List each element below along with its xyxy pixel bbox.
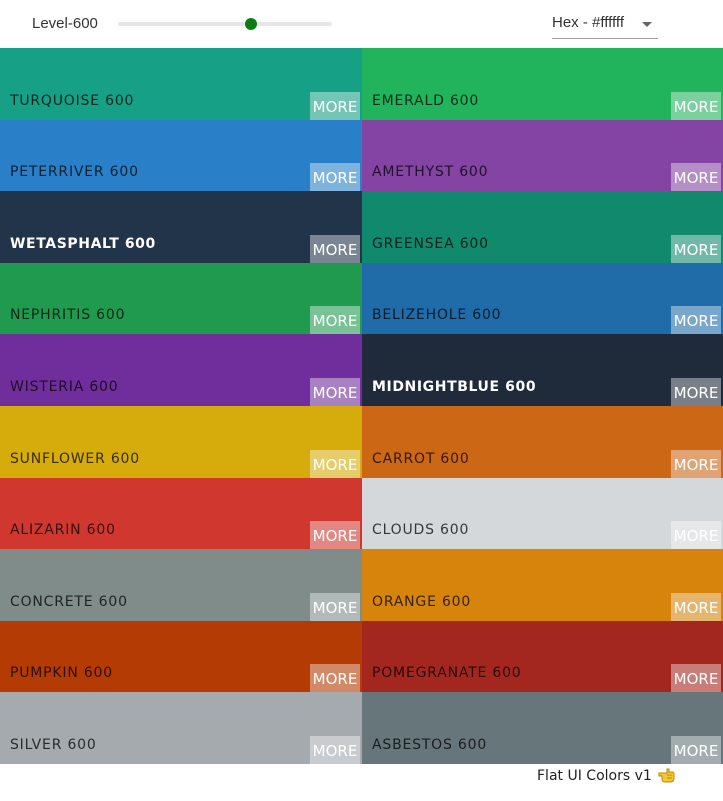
color-tile[interactable]: NEPHRITIS 600 MORE (0, 263, 362, 334)
more-button[interactable]: MORE (671, 378, 721, 406)
more-button[interactable]: MORE (310, 521, 360, 549)
more-button[interactable]: MORE (671, 235, 721, 263)
color-tile[interactable]: MIDNIGHTBLUE 600 MORE (362, 334, 723, 406)
more-button[interactable]: MORE (310, 664, 360, 692)
color-tile[interactable]: SILVER 600 MORE (0, 692, 362, 764)
color-tile[interactable]: PUMPKIN 600 MORE (0, 621, 362, 692)
color-tile[interactable]: CARROT 600 MORE (362, 406, 723, 478)
color-name: CONCRETE 600 (10, 594, 128, 610)
level-slider[interactable] (118, 18, 332, 30)
more-button[interactable]: MORE (671, 736, 721, 764)
chevron-down-icon (642, 22, 652, 27)
color-name: GREENSEA 600 (372, 236, 489, 252)
more-button[interactable]: MORE (671, 593, 721, 621)
more-button[interactable]: MORE (671, 92, 721, 120)
slider-track[interactable] (118, 22, 332, 26)
color-name: ASBESTOS 600 (372, 737, 488, 753)
level-label: Level-600 (32, 15, 98, 32)
color-tile[interactable]: SUNFLOWER 600 MORE (0, 406, 362, 478)
pointing-hand-icon (658, 766, 675, 787)
color-format-value: Hex - #ffffff (552, 14, 624, 31)
more-button[interactable]: MORE (310, 163, 360, 191)
more-button[interactable]: MORE (310, 235, 360, 263)
color-tile[interactable]: PETERRIVER 600 MORE (0, 120, 362, 191)
color-name: WISTERIA 600 (10, 379, 119, 395)
footer: Flat UI Colors v1 (537, 766, 675, 787)
more-button[interactable]: MORE (671, 306, 721, 334)
color-name: POMEGRANATE 600 (372, 665, 522, 681)
more-button[interactable]: MORE (671, 163, 721, 191)
color-tile[interactable]: TURQUOISE 600 MORE (0, 48, 362, 120)
color-name: CARROT 600 (372, 451, 470, 467)
color-tile[interactable]: CLOUDS 600 MORE (362, 478, 723, 549)
color-grid: TURQUOISE 600 MORE EMERALD 600 MORE PETERRIV… (0, 48, 723, 764)
more-button[interactable]: MORE (671, 450, 721, 478)
color-tile[interactable]: ALIZARIN 600 MORE (0, 478, 362, 549)
more-button[interactable]: MORE (310, 450, 360, 478)
color-name: EMERALD 600 (372, 93, 480, 109)
color-name: AMETHYST 600 (372, 164, 489, 180)
color-tile[interactable]: ASBESTOS 600 MORE (362, 692, 723, 764)
color-name: ALIZARIN 600 (10, 522, 116, 538)
more-button[interactable]: MORE (310, 378, 360, 406)
color-tile[interactable]: GREENSEA 600 MORE (362, 191, 723, 263)
more-button[interactable]: MORE (310, 593, 360, 621)
more-button[interactable]: MORE (671, 664, 721, 692)
color-name: TURQUOISE 600 (10, 93, 135, 109)
color-tile[interactable]: BELIZEHOLE 600 MORE (362, 263, 723, 334)
color-tile[interactable]: WETASPHALT 600 MORE (0, 191, 362, 263)
color-name: SILVER 600 (10, 737, 97, 753)
more-button[interactable]: MORE (310, 736, 360, 764)
slider-thumb[interactable] (244, 18, 257, 30)
color-tile[interactable]: ORANGE 600 MORE (362, 549, 723, 621)
color-name: CLOUDS 600 (372, 522, 470, 538)
color-name: BELIZEHOLE 600 (372, 307, 502, 323)
color-tile[interactable]: POMEGRANATE 600 MORE (362, 621, 723, 692)
top-toolbar: Level-600 Hex - #ffffff (0, 0, 723, 48)
color-name: PETERRIVER 600 (10, 164, 139, 180)
color-tile[interactable]: CONCRETE 600 MORE (0, 549, 362, 621)
footer-text: Flat UI Colors v1 (537, 768, 652, 784)
color-name: NEPHRITIS 600 (10, 307, 126, 323)
more-button[interactable]: MORE (671, 521, 721, 549)
color-name: SUNFLOWER 600 (10, 451, 140, 467)
more-button[interactable]: MORE (310, 306, 360, 334)
color-name: MIDNIGHTBLUE 600 (372, 379, 537, 395)
more-button[interactable]: MORE (310, 92, 360, 120)
color-tile[interactable]: EMERALD 600 MORE (362, 48, 723, 120)
color-tile[interactable]: WISTERIA 600 MORE (0, 334, 362, 406)
color-format-select[interactable]: Hex - #ffffff (552, 8, 658, 39)
color-name: WETASPHALT 600 (10, 236, 156, 252)
color-name: ORANGE 600 (372, 594, 472, 610)
color-name: PUMPKIN 600 (10, 665, 113, 681)
color-tile[interactable]: AMETHYST 600 MORE (362, 120, 723, 191)
